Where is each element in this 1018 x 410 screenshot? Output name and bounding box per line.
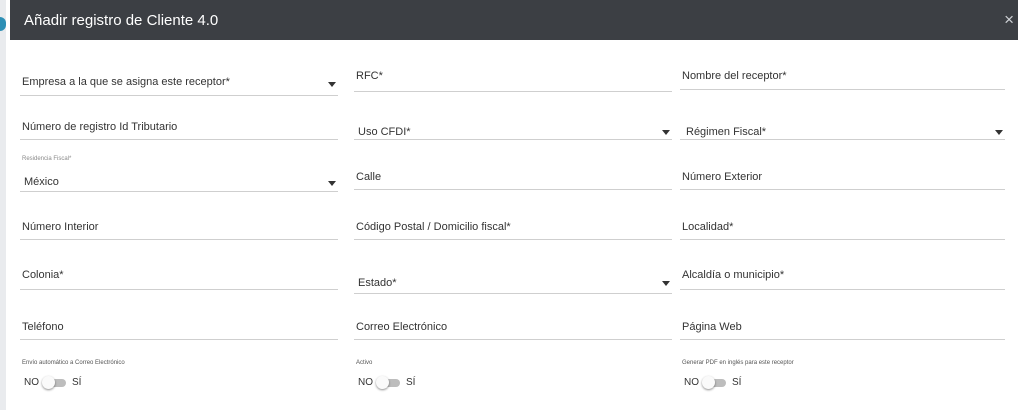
chevron-down-icon bbox=[662, 281, 670, 286]
residencia-fiscal-value: México bbox=[24, 176, 59, 188]
background-sidebar-edge bbox=[0, 0, 6, 410]
residencia-fiscal-underline bbox=[20, 191, 338, 192]
correo-field[interactable]: Correo Electrónico bbox=[354, 296, 672, 340]
numero-interior-underline bbox=[20, 239, 338, 240]
empresa-select[interactable]: Empresa a la que se asigna este receptor… bbox=[20, 52, 338, 96]
nombre-receptor-label: Nombre del receptor* bbox=[682, 70, 787, 82]
pagina-web-underline bbox=[680, 339, 1005, 340]
chevron-down-icon bbox=[328, 181, 336, 186]
numero-interior-field[interactable]: Número Interior bbox=[20, 196, 338, 240]
toggle-no-label: NO bbox=[358, 377, 373, 388]
alcaldia-field[interactable]: Alcaldía o municipio* bbox=[680, 246, 1005, 290]
chevron-down-icon bbox=[995, 130, 1003, 135]
numero-exterior-underline bbox=[680, 189, 1005, 190]
localidad-label: Localidad* bbox=[682, 221, 734, 233]
uso-cfdi-label: Uso CFDI* bbox=[358, 126, 411, 138]
codigo-postal-underline bbox=[354, 239, 672, 240]
estado-select[interactable]: Estado* bbox=[354, 250, 672, 294]
calle-underline bbox=[354, 189, 672, 190]
close-icon[interactable]: × bbox=[1004, 10, 1014, 30]
alcaldia-label: Alcaldía o municipio* bbox=[682, 269, 785, 281]
activo-switch[interactable] bbox=[376, 376, 400, 389]
pdf-ingles-label: Generar PDF en inglés para este receptor bbox=[682, 360, 794, 366]
pdf-ingles-switch[interactable] bbox=[702, 376, 726, 389]
numero-exterior-label: Número Exterior bbox=[682, 171, 763, 183]
localidad-underline bbox=[680, 239, 1005, 240]
modal-title: Añadir registro de Cliente 4.0 bbox=[24, 12, 219, 29]
switch-knob bbox=[376, 376, 389, 389]
empresa-label: Empresa a la que se asigna este receptor… bbox=[22, 76, 230, 88]
toggle-si-label: SÍ bbox=[406, 377, 416, 388]
estado-underline bbox=[354, 293, 672, 294]
colonia-field[interactable]: Colonia* bbox=[20, 246, 338, 290]
colonia-label: Colonia* bbox=[22, 269, 64, 281]
nombre-receptor-field[interactable]: Nombre del receptor* bbox=[680, 46, 1005, 90]
rfc-label: RFC* bbox=[356, 70, 383, 82]
numero-registro-field[interactable]: Número de registro Id Tributario bbox=[20, 96, 338, 140]
rfc-underline bbox=[354, 91, 672, 92]
numero-registro-label: Número de registro Id Tributario bbox=[22, 121, 178, 133]
envio-automatico-label: Envío automático a Correo Electrónico bbox=[22, 360, 125, 366]
codigo-postal-label: Código Postal / Domicilio fiscal* bbox=[356, 221, 511, 233]
chevron-down-icon bbox=[328, 82, 336, 87]
numero-interior-label: Número Interior bbox=[22, 221, 99, 233]
uso-cfdi-underline bbox=[354, 139, 672, 140]
switch-knob bbox=[702, 376, 715, 389]
uso-cfdi-select[interactable]: Uso CFDI* bbox=[354, 96, 672, 140]
calle-label: Calle bbox=[356, 171, 382, 183]
localidad-field[interactable]: Localidad* bbox=[680, 196, 1005, 240]
toggle-no-label: NO bbox=[684, 377, 699, 388]
numero-exterior-field[interactable]: Número Exterior bbox=[680, 146, 1005, 190]
telefono-underline bbox=[20, 339, 338, 340]
nombre-receptor-underline bbox=[680, 89, 1005, 90]
envio-automatico-toggle-group: Envío automático a Correo Electrónico NO… bbox=[20, 360, 338, 404]
residencia-fiscal-label: Residencia Fiscal* bbox=[22, 156, 72, 162]
calle-field[interactable]: Calle bbox=[354, 146, 672, 190]
colonia-underline bbox=[20, 289, 338, 290]
pagina-web-field[interactable]: Página Web bbox=[680, 296, 1005, 340]
toggle-no-label: NO bbox=[24, 377, 39, 388]
modal-header: Añadir registro de Cliente 4.0 × bbox=[10, 0, 1018, 40]
numero-registro-underline bbox=[20, 139, 338, 140]
estado-label: Estado* bbox=[358, 277, 397, 289]
activo-label: Activo bbox=[356, 360, 373, 366]
add-client-modal: Añadir registro de Cliente 4.0 × Empresa… bbox=[10, 0, 1018, 410]
pagina-web-label: Página Web bbox=[682, 321, 742, 333]
toggle-si-label: SÍ bbox=[72, 377, 82, 388]
regimen-fiscal-underline bbox=[680, 139, 1005, 140]
rfc-field[interactable]: RFC* bbox=[354, 48, 672, 92]
envio-automatico-switch[interactable] bbox=[42, 376, 66, 389]
toggle-si-label: SÍ bbox=[732, 377, 742, 388]
alcaldia-underline bbox=[680, 289, 1005, 290]
activo-toggle-group: Activo NO SÍ bbox=[354, 360, 672, 404]
codigo-postal-field[interactable]: Código Postal / Domicilio fiscal* bbox=[354, 196, 672, 240]
residencia-fiscal-select[interactable]: Residencia Fiscal* México bbox=[20, 156, 338, 200]
correo-underline bbox=[354, 339, 672, 340]
switch-knob bbox=[42, 376, 55, 389]
pdf-ingles-toggle-group: Generar PDF en inglés para este receptor… bbox=[680, 360, 998, 404]
background-accent-tab bbox=[0, 17, 6, 31]
regimen-fiscal-label: Régimen Fiscal* bbox=[686, 126, 767, 138]
chevron-down-icon bbox=[662, 130, 670, 135]
regimen-fiscal-select[interactable]: Régimen Fiscal* bbox=[680, 96, 1005, 140]
telefono-field[interactable]: Teléfono bbox=[20, 296, 338, 340]
telefono-label: Teléfono bbox=[22, 321, 64, 333]
page: Añadir registro de Cliente 4.0 × Empresa… bbox=[0, 0, 1018, 410]
correo-label: Correo Electrónico bbox=[356, 321, 448, 333]
